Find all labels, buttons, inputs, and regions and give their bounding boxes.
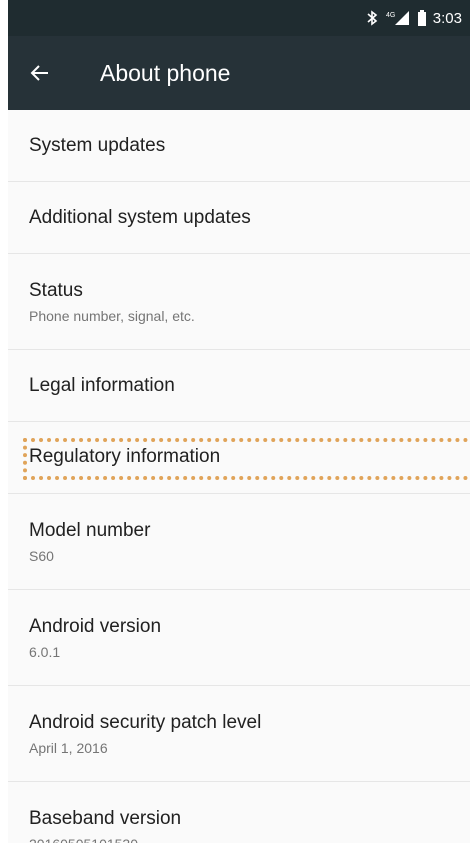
left-edge [0,0,8,843]
item-title: Legal information [29,374,175,396]
arrow-back-icon [30,65,48,81]
status-bar: 4G 3:03 [8,0,470,36]
list-item-additional-system-updates[interactable]: Additional system updates [8,182,470,254]
item-title: Model number [29,519,151,541]
list-item-legal-information[interactable]: Legal information [8,350,470,422]
item-title: Additional system updates [29,206,251,228]
list-item-security-patch-level[interactable]: Android security patch level April 1, 20… [8,686,470,782]
signal-icon: 4G [385,10,411,26]
list-item-status[interactable]: Status Phone number, signal, etc. [8,254,470,350]
app-bar: About phone [8,36,470,110]
item-subtitle: S60 [29,547,54,564]
item-title: Android security patch level [29,711,262,733]
list-item-baseband-version[interactable]: Baseband version 20160505101530 [8,782,470,843]
item-subtitle: 6.0.1 [29,643,61,660]
page-title: About phone [100,59,231,86]
network-type-badge: 4G [386,12,395,19]
list-item-model-number[interactable]: Model number S60 [8,494,470,590]
highlight-box: Regulatory information [23,437,470,480]
status-time: 3:03 [432,9,462,27]
item-subtitle: April 1, 2016 [29,739,108,756]
settings-list: System updates Additional system updates… [8,110,470,843]
screen: 4G 3:03 About phone System updates Addit… [8,0,470,843]
back-button[interactable] [8,36,72,110]
item-title: Status [29,279,83,301]
bluetooth-icon [365,10,379,26]
item-subtitle: 20160505101530 [29,836,470,843]
item-title: Regulatory information [29,445,221,467]
item-title: Android version [29,615,162,637]
list-item-system-updates[interactable]: System updates [8,110,470,182]
item-subtitle: Phone number, signal, etc. [29,307,195,324]
item-title: Baseband version [29,807,182,829]
list-item-regulatory-information[interactable]: Regulatory information [8,422,470,494]
list-item-android-version[interactable]: Android version 6.0.1 [8,590,470,686]
item-title: System updates [29,134,166,156]
battery-icon [417,10,427,26]
